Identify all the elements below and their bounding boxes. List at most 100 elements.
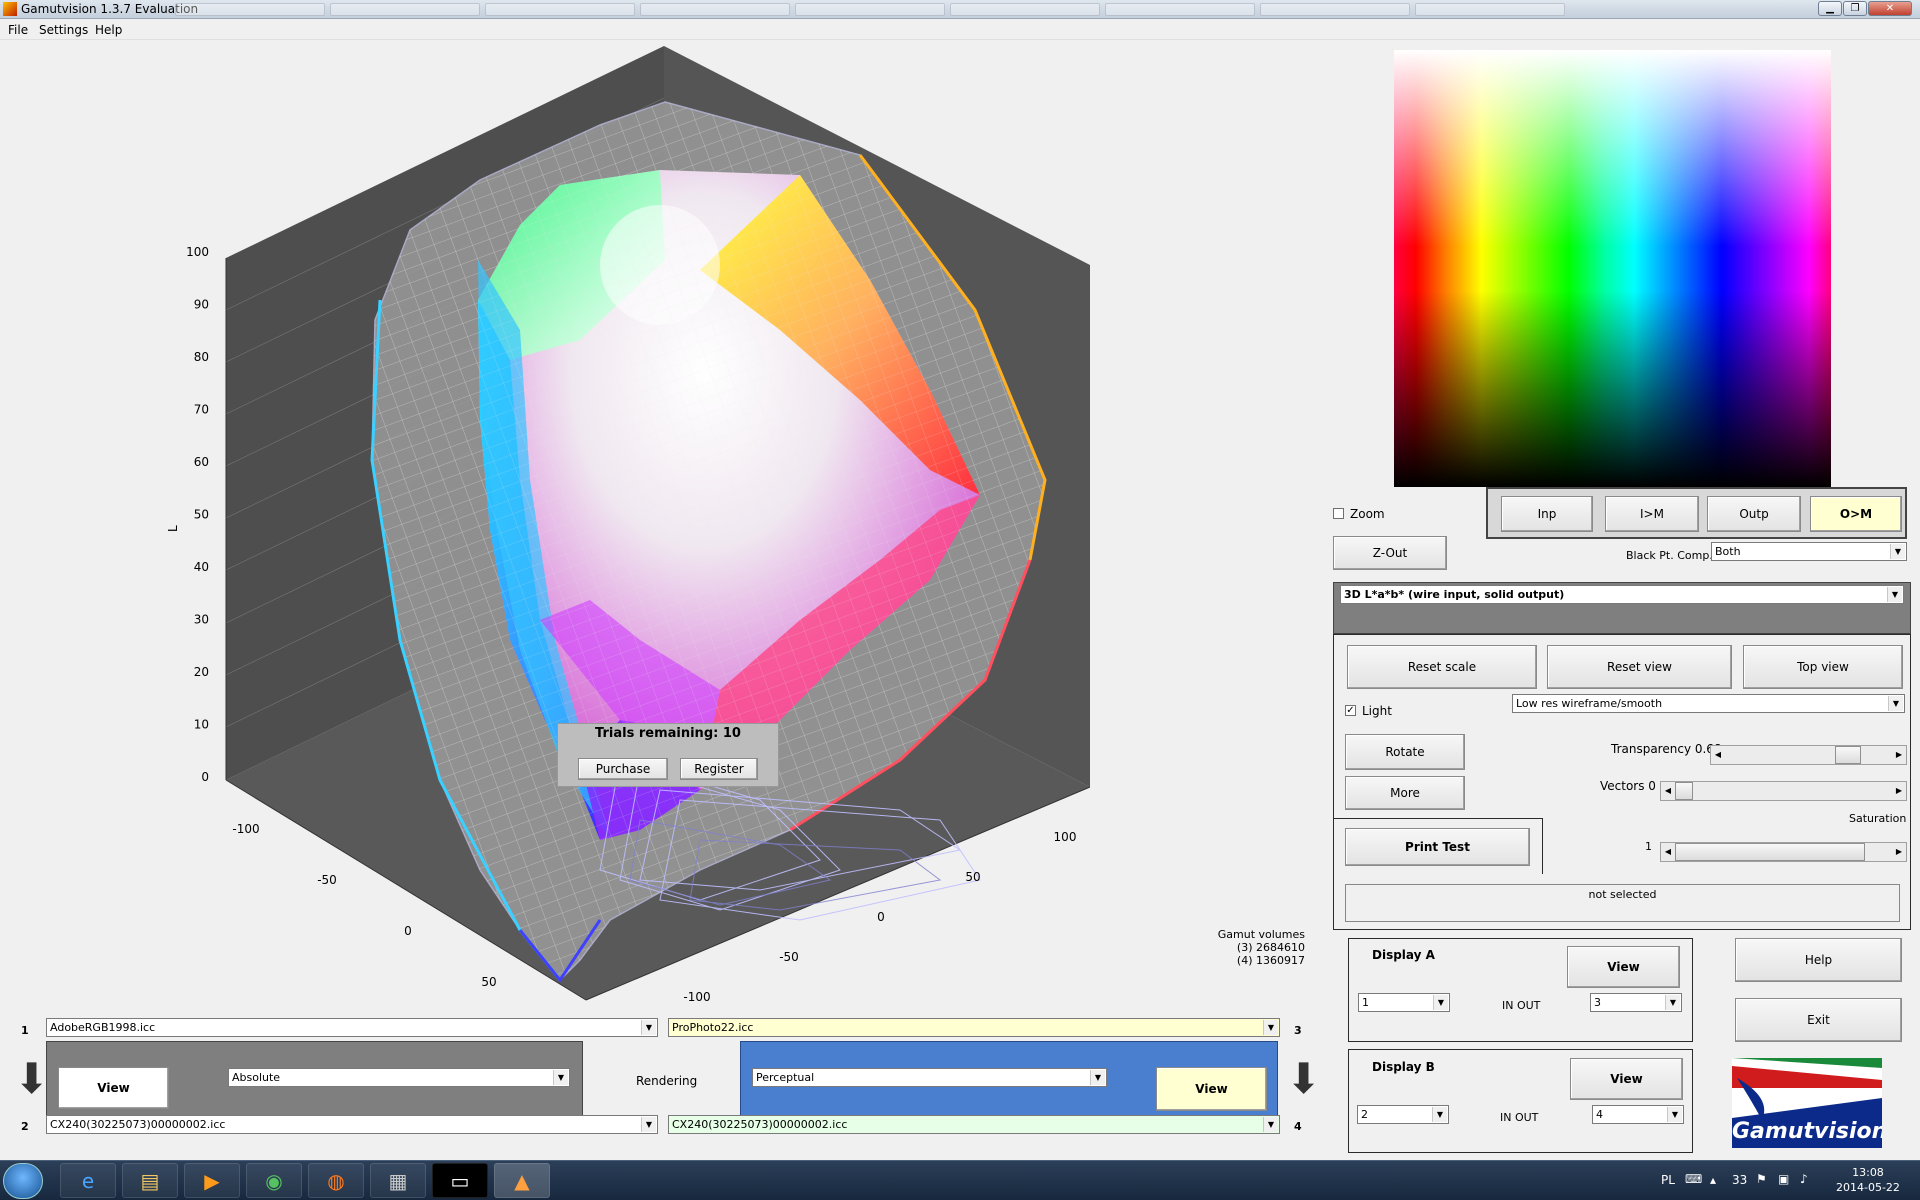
down-arrow-icon: ⬇ bbox=[14, 1054, 50, 1103]
l-axis-tick: 60 bbox=[194, 455, 209, 469]
purchase-button[interactable]: Purchase bbox=[578, 758, 668, 780]
clock-time: 13:08 bbox=[1852, 1166, 1884, 1179]
menu-file[interactable]: File bbox=[8, 23, 28, 37]
display-b-inout-label: IN OUT bbox=[1500, 1111, 1539, 1124]
zoom-checkbox[interactable] bbox=[1333, 508, 1344, 519]
file-3-select[interactable]: ProPhoto22.icc ▼ bbox=[668, 1018, 1280, 1037]
app-icon bbox=[3, 2, 17, 16]
background-tab bbox=[485, 3, 635, 16]
l-axis-tick: 50 bbox=[194, 508, 209, 522]
mode-inp-button[interactable]: Inp bbox=[1501, 496, 1593, 532]
rotate-button[interactable]: Rotate bbox=[1345, 734, 1465, 770]
a-axis-tick: -100 bbox=[232, 822, 259, 836]
down-arrow-icon: ⬇ bbox=[1286, 1054, 1322, 1103]
display-a-out-select[interactable]: 3 ▼ bbox=[1590, 993, 1682, 1012]
clock[interactable]: 13:08 2014-05-22 bbox=[1836, 1165, 1900, 1195]
display-b-in-select[interactable]: 2 ▼ bbox=[1357, 1105, 1449, 1124]
a-axis-tick: -50 bbox=[317, 873, 337, 887]
ie-icon[interactable]: e bbox=[60, 1163, 116, 1198]
transparency-slider[interactable]: ◀ ▶ bbox=[1710, 745, 1907, 765]
firefox-icon[interactable]: ◍ bbox=[308, 1163, 364, 1198]
reset-scale-button[interactable]: Reset scale bbox=[1347, 645, 1537, 689]
start-button[interactable] bbox=[3, 1163, 43, 1199]
vectors-label: Vectors 0 bbox=[1600, 779, 1656, 793]
chevron-down-icon: ▼ bbox=[1887, 587, 1902, 602]
more-button[interactable]: More bbox=[1345, 776, 1465, 810]
saturation-slider-thumb[interactable] bbox=[1675, 843, 1865, 861]
input-intent-select[interactable]: Absolute ▼ bbox=[228, 1068, 570, 1087]
folder-icon[interactable]: ▤ bbox=[122, 1163, 178, 1198]
background-tab bbox=[1415, 3, 1565, 16]
l-axis-tick: 10 bbox=[194, 718, 209, 732]
maximize-button[interactable]: ❐ bbox=[1843, 1, 1867, 16]
background-tab bbox=[640, 3, 790, 16]
input-view-button[interactable]: View bbox=[58, 1067, 169, 1109]
exit-button[interactable]: Exit bbox=[1735, 998, 1902, 1042]
media-player-icon[interactable]: ▶ bbox=[184, 1163, 240, 1198]
reset-view-button[interactable]: Reset view bbox=[1547, 645, 1732, 689]
help-button[interactable]: Help bbox=[1735, 938, 1902, 982]
menu-help[interactable]: Help bbox=[95, 23, 122, 37]
mode-o-m-button[interactable]: O>M bbox=[1810, 496, 1902, 532]
cmd-icon[interactable]: ▭ bbox=[432, 1163, 488, 1198]
a-axis-tick: 0 bbox=[404, 924, 412, 938]
b-axis-tick: 50 bbox=[965, 870, 980, 884]
language-indicator[interactable]: PL bbox=[1661, 1173, 1675, 1187]
gamut-volume-3: (3) 2684610 bbox=[1236, 941, 1305, 954]
render-mode-select[interactable]: Low res wireframe/smooth ▼ bbox=[1512, 694, 1905, 713]
status-text: not selected bbox=[1588, 888, 1657, 901]
trial-popup: Trials remaining: 10 Purchase Register bbox=[557, 723, 779, 787]
display-a-in-select[interactable]: 1 ▼ bbox=[1358, 993, 1450, 1012]
bpc-select[interactable]: Both ▼ bbox=[1711, 542, 1907, 561]
title-bar: Gamutvision 1.3.7 Evaluation ▁ ❐ ✕ bbox=[0, 0, 1920, 19]
app-icon[interactable]: ▦ bbox=[370, 1163, 426, 1198]
light-checkbox[interactable]: ✓ bbox=[1345, 705, 1356, 716]
output-intent-select[interactable]: Perceptual ▼ bbox=[752, 1068, 1107, 1087]
gamut-volumes: Gamut volumes (3) 2684610 (4) 1360917 bbox=[1190, 928, 1305, 967]
display-b-out-select[interactable]: 4 ▼ bbox=[1592, 1105, 1684, 1124]
top-view-button[interactable]: Top view bbox=[1743, 645, 1903, 689]
background-tab bbox=[175, 3, 325, 16]
file-4-select[interactable]: CX240(30225073)00000002.icc ▼ bbox=[668, 1115, 1280, 1134]
file-1-select[interactable]: AdobeRGB1998.icc ▼ bbox=[46, 1018, 658, 1037]
taskbar: e ▤ ▶ ◉ ◍ ▦ ▭ ▲ PL ⌨ ▴ 33 ⚑ ▣ ♪ 13:08 20… bbox=[0, 1160, 1920, 1200]
minimize-button[interactable]: ▁ bbox=[1818, 1, 1842, 16]
network-icon[interactable]: ▣ bbox=[1778, 1172, 1789, 1186]
view-mode-select[interactable]: 3D L*a*b* (wire input, solid output) ▼ bbox=[1340, 585, 1904, 604]
file-3-number: 3 bbox=[1294, 1024, 1302, 1037]
gamut-3d-plot[interactable]: L 1009080706050403020100 -100-50050100 1… bbox=[150, 42, 1110, 1002]
output-view-button[interactable]: View bbox=[1156, 1067, 1267, 1111]
vectors-slider[interactable]: ◀ ▶ bbox=[1660, 781, 1907, 801]
gamutvision-task-icon[interactable]: ▲ bbox=[494, 1163, 550, 1198]
l-axis-label: L bbox=[166, 525, 180, 532]
display-a-view-button[interactable]: View bbox=[1567, 946, 1680, 988]
input-panel: View Absolute ▼ bbox=[46, 1041, 583, 1117]
mode-i-m-button[interactable]: I>M bbox=[1605, 496, 1699, 532]
file-2-select[interactable]: CX240(30225073)00000002.icc ▼ bbox=[46, 1115, 658, 1134]
saturation-slider[interactable]: ◀ ▶ bbox=[1660, 842, 1907, 862]
chevron-down-icon: ▼ bbox=[1433, 995, 1448, 1010]
keyboard-icon[interactable]: ⌨ bbox=[1685, 1172, 1702, 1186]
view-mode-panel: 3D L*a*b* (wire input, solid output) ▼ bbox=[1333, 582, 1911, 634]
display-b-view-button[interactable]: View bbox=[1570, 1058, 1683, 1100]
b-axis-tick: -50 bbox=[779, 950, 799, 964]
tray-expand-icon[interactable]: ▴ bbox=[1710, 1173, 1716, 1187]
zoom-label: Zoom bbox=[1350, 507, 1385, 521]
b-axis-tick: 0 bbox=[877, 910, 885, 924]
zoom-out-button[interactable]: Z-Out bbox=[1333, 536, 1447, 570]
a-axis-tick: 50 bbox=[481, 975, 496, 989]
transparency-slider-thumb[interactable] bbox=[1835, 746, 1861, 764]
register-button[interactable]: Register bbox=[680, 758, 758, 780]
flag-icon[interactable]: ⚑ bbox=[1756, 1172, 1767, 1186]
volume-icon[interactable]: ♪ bbox=[1800, 1172, 1808, 1186]
file-4-number: 4 bbox=[1294, 1120, 1302, 1133]
chevron-right-icon: ▶ bbox=[1895, 786, 1903, 795]
mode-outp-button[interactable]: Outp bbox=[1707, 496, 1801, 532]
print-test-button[interactable]: Print Test bbox=[1345, 828, 1530, 866]
vectors-slider-thumb[interactable] bbox=[1675, 782, 1693, 800]
chrome-icon[interactable]: ◉ bbox=[246, 1163, 302, 1198]
close-button[interactable]: ✕ bbox=[1868, 1, 1912, 16]
chevron-down-icon: ▼ bbox=[1263, 1020, 1278, 1035]
chevron-down-icon: ▼ bbox=[641, 1020, 656, 1035]
menu-settings[interactable]: Settings bbox=[39, 23, 88, 37]
